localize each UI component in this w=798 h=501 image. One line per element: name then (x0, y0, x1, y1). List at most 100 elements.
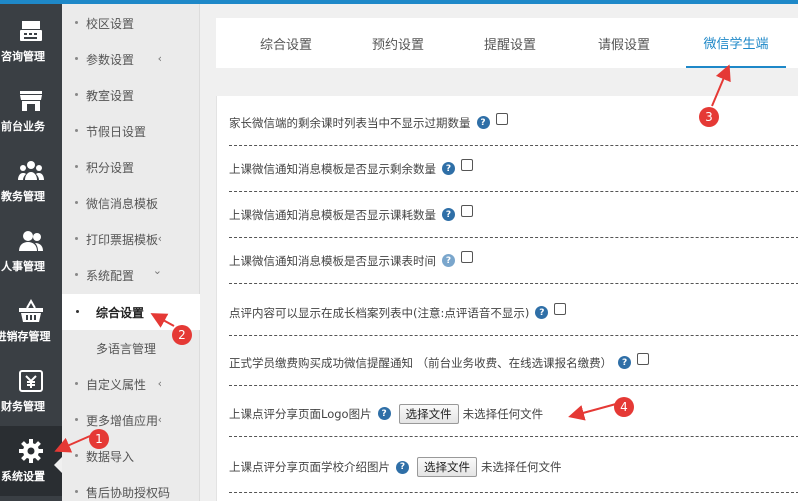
show-in-growth-file-checkbox[interactable] (554, 302, 567, 315)
logo-file-status: 未选择任何文件 (462, 406, 544, 421)
chevron-down-icon: ⌄ (152, 264, 162, 277)
submenu-label: 售后协助授权码 (86, 485, 171, 500)
tab-general[interactable]: 综合设置 (244, 18, 328, 68)
payment-notify-checkbox[interactable] (637, 352, 650, 365)
school-intro-file-status: 未选择任何文件 (481, 460, 562, 474)
show-schedule-time-checkbox[interactable] (461, 250, 473, 263)
setting-label: 上课点评分享页面Logo图片 (229, 406, 372, 421)
active-caret (54, 457, 62, 473)
rail-item-consulting[interactable]: 咨询管理 (0, 6, 62, 76)
help-icon[interactable]: ? (442, 162, 455, 175)
submenu-label: 微信消息模板 (86, 196, 159, 211)
chevron-left-icon: ‹ (157, 232, 162, 245)
submenu-label: 数据导入 (86, 449, 135, 464)
chevron-left-icon: ‹ (157, 52, 162, 65)
submenu-label: 系统配置 (86, 268, 135, 283)
submenu-label: 更多增值应用 (86, 413, 159, 428)
tab-leave[interactable]: 请假设置 (582, 18, 666, 68)
bullet (75, 93, 78, 96)
setting-label: 上课点评分享页面学校介绍图片 (229, 460, 390, 474)
annotation-badge-1: 1 (89, 429, 109, 449)
setting-label: 上课微信通知消息模板是否显示课表时间 (229, 253, 436, 268)
settings-submenu: 校区设置 参数设置 ‹ 教室设置 节假日设置 积分设置 微信消息模板 打印票据模板… (62, 4, 200, 501)
basket-icon (19, 298, 43, 322)
bullet (75, 490, 78, 493)
submenu-item-custom-attributes[interactable]: 自定义属性 ‹ (62, 366, 200, 402)
tab-wechat-student[interactable]: 微信学生端 (686, 18, 786, 68)
bullet (75, 57, 78, 60)
submenu-item-points[interactable]: 积分设置 (62, 149, 200, 185)
bullet (75, 201, 78, 204)
logo-file-button[interactable]: 选择文件 (398, 403, 459, 424)
bullet (75, 129, 78, 132)
help-icon[interactable]: ? (442, 254, 455, 267)
show-consumed-checkbox[interactable] (461, 204, 473, 217)
rail-item-inventory[interactable]: 进销存管理 (0, 286, 62, 356)
bullet (75, 382, 78, 385)
setting-row: 上课微信通知消息模板是否显示课耗数量 ? (229, 192, 798, 238)
submenu-label: 自定义属性 (86, 377, 147, 392)
hide-expired-checkbox[interactable] (495, 112, 508, 125)
rail-label: 前台业务 (1, 120, 45, 133)
submenu-label: 教室设置 (86, 88, 135, 103)
bullet (75, 237, 78, 240)
submenu-label: 参数设置 (86, 52, 135, 67)
submenu-item-wechat-templates[interactable]: 微信消息模板 (62, 185, 200, 221)
help-icon[interactable]: ? (476, 116, 490, 129)
show-remaining-checkbox[interactable] (461, 158, 473, 171)
finance-icon (19, 370, 43, 392)
submenu-item-more-apps[interactable]: 更多增值应用 ‹ (62, 402, 200, 438)
bullet (75, 454, 78, 457)
submenu-item-parameters[interactable]: 参数设置 ‹ (62, 41, 200, 77)
setting-label: 上课微信通知消息模板是否显示课耗数量 (229, 207, 436, 222)
chevron-left-icon: ‹ (157, 377, 162, 390)
setting-row: 上课微信通知消息模板是否显示剩余数量 ? (229, 146, 798, 192)
rail-label: 人事管理 (1, 260, 45, 273)
setting-row: 上课点评分享页面学校介绍图片 ? 选择文件 未选择任何文件 (229, 444, 798, 490)
tab-booking[interactable]: 预约设置 (356, 18, 440, 68)
help-icon[interactable]: ? (535, 306, 549, 319)
setting-label: 正式学员缴费购买成功微信提醒通知 （前台业务收费、在线选课报名缴费） (229, 355, 613, 370)
chevron-left-icon: ‹ (157, 413, 162, 426)
setting-label: 点评内容可以显示在成长档案列表中(注意:点评语音不显示) (229, 305, 530, 320)
rail-item-academic[interactable]: 教务管理 (0, 146, 62, 216)
rail-item-hr[interactable]: 人事管理 (0, 216, 62, 286)
rail-item-finance[interactable]: 财务管理 (0, 356, 62, 426)
submenu-item-campus[interactable]: 校区设置 (62, 5, 200, 41)
setting-label: 上课微信通知消息模板是否显示剩余数量 (229, 161, 436, 176)
rail-item-system-settings[interactable]: 系统设置 (0, 426, 62, 496)
submenu-label: 综合设置 (96, 305, 145, 320)
school-intro-file-button[interactable]: 选择文件 (417, 457, 477, 477)
rail-item-front-desk[interactable]: 前台业务 (0, 76, 62, 146)
annotation-badge-3: 3 (699, 107, 719, 127)
bullet (75, 21, 78, 24)
settings-panel: 家长微信端的剩余课时列表当中不显示过期数量 ? 上课微信通知消息模板是否显示剩余… (216, 96, 798, 501)
submenu-item-data-import[interactable]: 数据导入 (62, 438, 200, 474)
submenu-label: 节假日设置 (86, 124, 147, 139)
rail-label: 咨询管理 (1, 50, 45, 63)
people-icon (19, 231, 43, 251)
help-icon[interactable]: ? (618, 356, 632, 369)
submenu-label: 校区设置 (86, 16, 135, 31)
submenu-item-holidays[interactable]: 节假日设置 (62, 113, 200, 149)
annotation-badge-2: 2 (172, 325, 192, 345)
help-icon[interactable]: ? (377, 407, 391, 420)
annotation-badge-4: 4 (614, 397, 634, 417)
rail-label: 进销存管理 (0, 330, 51, 343)
icon-rail: 咨询管理 前台业务 教务管理 人事管理 进销存管理 财务管理 系统设置 (0, 4, 62, 501)
help-icon[interactable]: ? (442, 208, 455, 221)
rail-label: 财务管理 (1, 400, 45, 413)
help-icon[interactable]: ? (396, 460, 409, 474)
submenu-label: 多语言管理 (96, 341, 157, 356)
rail-label: 教务管理 (1, 190, 45, 203)
row-divider (229, 492, 798, 493)
submenu-label: 打印票据模板 (86, 232, 159, 247)
submenu-item-classroom[interactable]: 教室设置 (62, 77, 200, 113)
submenu-item-print-templates[interactable]: 打印票据模板 ‹ (62, 221, 200, 257)
submenu-item-system-config[interactable]: 系统配置 ⌄ (62, 257, 200, 293)
submenu-item-support-code[interactable]: 售后协助授权码 (62, 474, 200, 501)
tab-reminders[interactable]: 提醒设置 (468, 18, 552, 68)
setting-row: 上课微信通知消息模板是否显示课表时间 ? (229, 238, 798, 284)
store-icon (20, 91, 42, 111)
setting-row: 上课点评分享页面Logo图片 ? 选择文件 未选择任何文件 (229, 391, 798, 437)
